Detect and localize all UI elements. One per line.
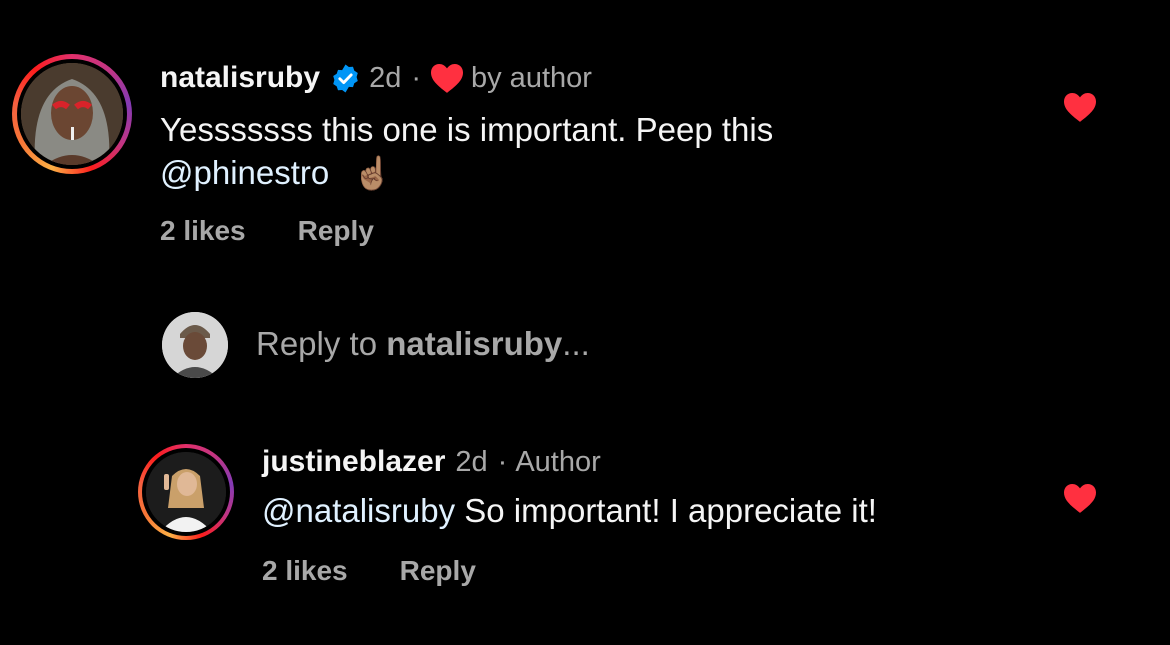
avatar-photo xyxy=(146,452,226,532)
reply-composer[interactable]: Reply to natalisruby... xyxy=(0,305,1170,385)
like-heart-icon[interactable] xyxy=(1062,91,1098,123)
avatar-justineblazer[interactable] xyxy=(138,444,234,540)
comment-text-line: Yesssssss this one is important. Peep th… xyxy=(160,111,774,148)
reply-ellipsis: ... xyxy=(562,325,590,362)
comment-justineblazer: justineblazer 2d · Author @natalisruby S… xyxy=(0,430,1170,630)
comment-natalisruby: natalisruby 2d · by author Yesssssss thi… xyxy=(0,0,1170,260)
comment-time[interactable]: 2d xyxy=(455,446,487,479)
reply-prefix: Reply to xyxy=(256,325,387,362)
liked-by-author-label: by author xyxy=(471,61,592,94)
comment-actions: 2 likes Reply xyxy=(262,555,476,587)
likes-count[interactable]: 2 likes xyxy=(160,215,246,247)
reply-input-placeholder[interactable]: Reply to natalisruby... xyxy=(256,325,590,363)
author-liked-heart-icon xyxy=(429,62,465,94)
avatar-photo xyxy=(21,63,123,165)
author-badge: Author xyxy=(515,445,601,478)
likes-count[interactable]: 2 likes xyxy=(262,555,348,587)
comment-actions: 2 likes Reply xyxy=(160,215,374,247)
current-user-avatar xyxy=(162,312,228,378)
mention-link[interactable]: @natalisruby xyxy=(262,492,455,529)
comment-text: Yesssssss this one is important. Peep th… xyxy=(160,108,1020,195)
avatar-natalisruby[interactable] xyxy=(12,54,132,174)
comment-header: justineblazer 2d · Author xyxy=(262,442,601,482)
comment-text: @natalisruby So important! I appreciate … xyxy=(262,489,877,532)
reply-button[interactable]: Reply xyxy=(298,215,374,247)
pointing-up-emoji: ☝🏽 xyxy=(352,155,393,191)
comment-time[interactable]: 2d xyxy=(369,62,401,95)
separator-dot: · xyxy=(497,445,508,478)
username[interactable]: natalisruby xyxy=(160,61,320,95)
mention-link[interactable]: @phinestro xyxy=(160,154,329,191)
like-heart-icon[interactable] xyxy=(1062,482,1098,514)
comment-body: So important! I appreciate it! xyxy=(455,492,877,529)
separator-dot: · xyxy=(411,61,421,94)
reply-button[interactable]: Reply xyxy=(400,555,476,587)
username[interactable]: justineblazer xyxy=(262,445,445,479)
verified-badge-icon xyxy=(330,63,361,94)
comment-header: natalisruby 2d · by author xyxy=(160,58,592,98)
reply-target-username: natalisruby xyxy=(386,325,563,362)
